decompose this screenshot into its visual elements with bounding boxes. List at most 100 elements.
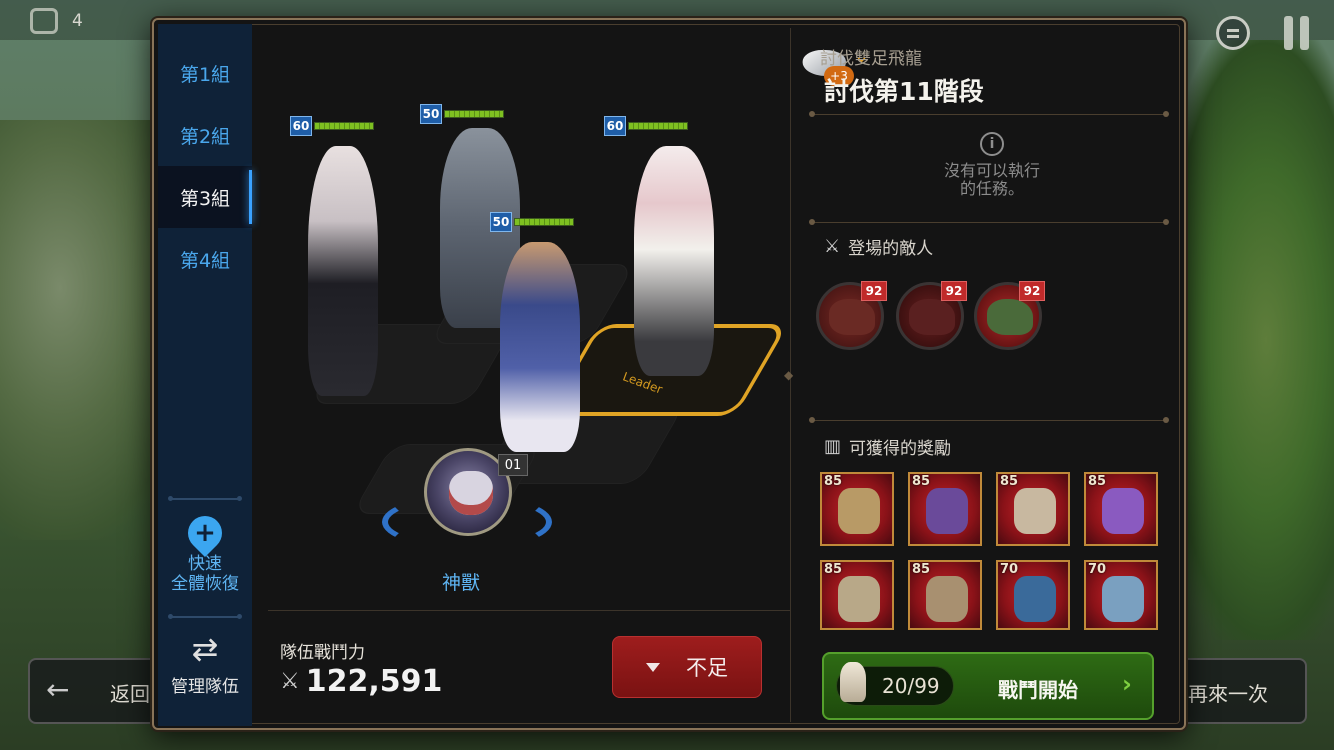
reward-level: 85	[1000, 474, 1019, 489]
reward-item[interactable]: 70	[1084, 560, 1158, 630]
triangle-down-icon	[646, 662, 660, 672]
section-divider	[809, 417, 1169, 423]
reward-level: 85	[912, 474, 931, 489]
reward-art	[1102, 576, 1144, 622]
insufficient-label: 不足	[686, 656, 728, 680]
reward-art	[926, 488, 968, 534]
rewards-heading-label: 可獲得的獎勵	[849, 439, 952, 459]
back-label: 返回	[110, 682, 150, 706]
tab-team-1[interactable]: 第1組	[158, 42, 252, 104]
reward-item[interactable]: 85	[820, 560, 894, 630]
sidebar-divider	[168, 496, 242, 501]
tab-team-3[interactable]: 第3組	[158, 166, 252, 228]
manage-team-button[interactable]: ⇄ 管理隊伍	[158, 632, 252, 712]
hero-sprite	[634, 146, 714, 376]
beast-number: 01	[498, 454, 528, 476]
reward-art	[1014, 576, 1056, 622]
hero-level: 60	[604, 116, 626, 136]
hero-hp-bar	[444, 110, 504, 118]
tab-label: 第3組	[179, 187, 231, 210]
hero-level: 60	[290, 116, 312, 136]
reward-item[interactable]: 85	[820, 472, 894, 546]
formation-area: ♛ Leader 60 50 60 50 01	[252, 24, 869, 614]
stamina-helmet-icon	[840, 662, 866, 702]
reward-art	[838, 576, 880, 622]
enemy-face	[987, 299, 1033, 335]
enemy-level: 92	[1019, 281, 1045, 301]
stage-title: 討伐第11階段	[824, 77, 984, 106]
reward-item[interactable]: 70	[996, 560, 1070, 630]
hero-hp-bar	[514, 218, 574, 226]
tab-label: 第1組	[179, 63, 231, 86]
inventory-count: 4	[72, 11, 83, 31]
start-battle-label: 戰鬥開始	[998, 678, 1078, 702]
reward-level: 85	[824, 474, 843, 489]
info-icon: i	[980, 132, 1004, 156]
background-scenery-right	[1164, 40, 1334, 640]
quick-heal-button[interactable]: 快速 全體恢復	[158, 508, 252, 602]
panel-divider	[784, 28, 793, 722]
crossed-swords-icon: ⚔	[824, 236, 841, 257]
hero-slot-3[interactable]: 60	[604, 116, 754, 386]
retry-label: 再來一次	[1188, 682, 1268, 706]
reward-level: 70	[1088, 562, 1107, 577]
beast-name: 神獸	[442, 572, 481, 594]
team-power-label: 隊伍戰鬥力	[280, 643, 365, 663]
team-power: ⚔ 122,591	[280, 664, 442, 699]
stage-info-panel: 討伐雙足飛龍 討伐第11階段 i 沒有可以執行 的任務。 ⚔ 登場的敵人 92 …	[794, 24, 1182, 726]
reward-item[interactable]: 85	[1084, 472, 1158, 546]
enemy-level: 92	[861, 281, 887, 301]
reward-item[interactable]: 85	[908, 472, 982, 546]
reward-art	[926, 576, 968, 622]
enemy-portrait[interactable]: 92	[974, 281, 1045, 350]
hero-hp-bar	[314, 122, 374, 130]
reward-art	[838, 488, 880, 534]
no-mission-line1: 沒有可以執行	[943, 161, 1040, 180]
divine-beast-slot[interactable]: 01 神獸	[382, 448, 552, 598]
chevron-right-icon: ›	[1122, 670, 1132, 698]
tab-label: 第2組	[179, 125, 231, 148]
insufficient-button[interactable]: 不足	[612, 636, 762, 698]
reward-item[interactable]: 85	[996, 472, 1070, 546]
team-setup-dialog: 第1組 第2組 第3組 第4組 快速 全體恢復 ⇄ 管理隊伍 ♛ Leader …	[152, 18, 1186, 730]
hero-sprite	[308, 146, 378, 396]
retry-button[interactable]: 再來一次	[1172, 658, 1307, 724]
enemy-portrait[interactable]: 92	[816, 281, 887, 350]
tab-team-4[interactable]: 第4組	[158, 228, 252, 290]
enemies-heading-label: 登場的敵人	[848, 239, 934, 259]
hp-fill	[515, 219, 573, 225]
reward-level: 85	[1088, 474, 1107, 489]
tab-team-2[interactable]: 第2組	[158, 104, 252, 166]
hero-hp-bar	[628, 122, 688, 130]
hero-level: 50	[490, 212, 512, 232]
reward-item[interactable]: 85	[908, 560, 982, 630]
section-divider	[809, 111, 1169, 117]
reward-level: 85	[912, 562, 931, 577]
enemy-level: 92	[941, 281, 967, 301]
reward-art	[1014, 488, 1056, 534]
hp-fill	[445, 111, 503, 117]
hero-sprite	[500, 242, 580, 452]
section-divider	[809, 219, 1169, 225]
back-arrow-icon: ←	[46, 673, 70, 706]
hero-slot-4[interactable]: 50	[490, 212, 610, 462]
hero-level: 50	[420, 104, 442, 124]
manage-team-label: 管理隊伍	[171, 677, 239, 697]
no-mission-text: 沒有可以執行 的任務。	[934, 162, 1050, 198]
pause-icon[interactable]	[1284, 16, 1314, 50]
top-right-controls	[1216, 16, 1314, 50]
no-mission-line2: 的任務。	[959, 179, 1024, 198]
hero-slot-1[interactable]: 60	[290, 116, 410, 406]
team-tabs: 第1組 第2組 第3組 第4組 快速 全體恢復 ⇄ 管理隊伍	[158, 24, 252, 726]
enemies-heading: ⚔ 登場的敵人	[824, 234, 933, 259]
start-battle-button[interactable]: 20/99 戰鬥開始 ›	[822, 652, 1154, 720]
reward-level: 85	[824, 562, 843, 577]
chat-icon[interactable]	[1216, 16, 1250, 50]
hp-fill	[315, 123, 373, 129]
stage-subtitle: 討伐雙足飛龍	[820, 49, 922, 69]
hp-fill	[629, 123, 687, 129]
formation-divider	[268, 610, 790, 611]
crossed-swords-icon: ⚔	[280, 669, 300, 694]
heal-drop-icon	[180, 508, 230, 558]
enemy-portrait[interactable]: 92	[896, 281, 967, 350]
